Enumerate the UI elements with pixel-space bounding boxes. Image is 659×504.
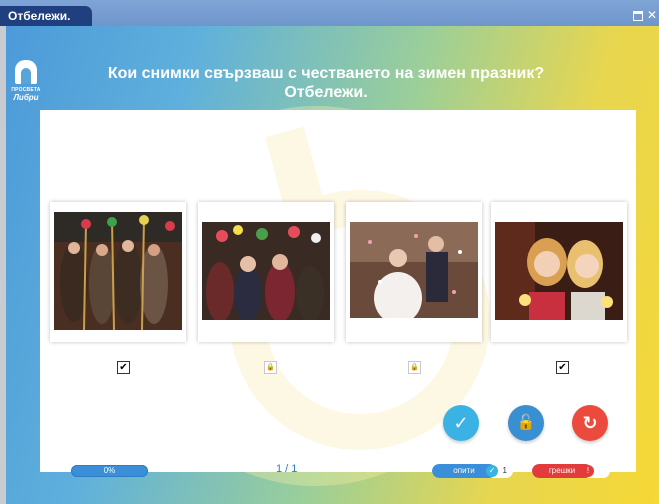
checkbox-photo-4[interactable]: ✔ [556, 361, 569, 374]
reset-icon: ↻ [582, 413, 598, 433]
question-text: Кои снимки свързваш с честването на зиме… [66, 64, 586, 102]
attempts-check-icon: ✓ [486, 465, 498, 477]
photo-card-3[interactable] [346, 202, 482, 342]
reset-button[interactable]: ↻ [572, 405, 608, 441]
question-line-2: Отбележи. [284, 84, 368, 101]
lock-icon: 🔓 [516, 414, 536, 431]
window-titlebar: Отбележи. ✕ [0, 0, 659, 26]
check-icon: ✓ [453, 413, 469, 433]
window-maximize-icon[interactable] [633, 11, 643, 21]
close-icon[interactable]: ✕ [646, 9, 658, 21]
checkbox-photo-3[interactable]: 🔒 [408, 361, 421, 374]
photo-wedding [350, 222, 478, 318]
checkbox-photo-1[interactable]: ✔ [117, 361, 130, 374]
logo-mark-icon [15, 60, 37, 84]
attempts-count: 1 [502, 466, 507, 475]
page-indicator: 1 / 1 [276, 463, 298, 475]
photo-card-2[interactable] [198, 202, 334, 342]
show-answer-button[interactable]: 🔓 [508, 405, 544, 441]
exercise-panel: ✔ 🔒 🔒 ✔ [40, 110, 636, 472]
logo-text-2: Либри [13, 93, 39, 102]
photo-card-4[interactable] [491, 202, 627, 342]
errors-alert-icon: ! [582, 465, 594, 477]
question-line-1: Кои снимки свързваш с честването на зиме… [107, 65, 545, 82]
errors-counter: грешки ! [532, 464, 610, 478]
progress-bar: 0% [71, 465, 148, 477]
exercise-stage: ПРОСВЕТА Либри Кои снимки свързваш с чес… [6, 26, 659, 504]
checkbox-photo-2[interactable]: 🔒 [264, 361, 277, 374]
check-answer-button[interactable]: ✓ [443, 405, 479, 441]
photo-sparklers [495, 222, 623, 320]
photo-carolers [54, 212, 182, 330]
publisher-logo: ПРОСВЕТА Либри [10, 60, 42, 126]
photo-card-1[interactable] [50, 202, 186, 342]
photo-survachki-children [202, 222, 330, 320]
window-title: Отбележи. [0, 6, 92, 26]
attempts-counter: опити ✓ 1 [432, 464, 513, 478]
